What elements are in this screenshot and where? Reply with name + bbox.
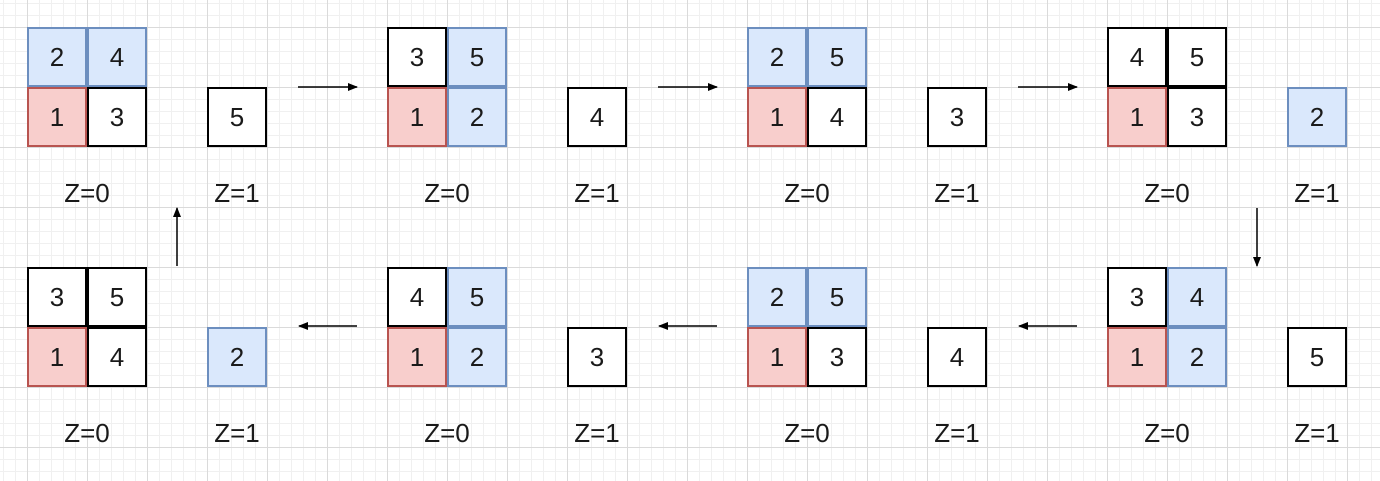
z0-label: Z=0 <box>424 418 470 448</box>
z0-cell-bottom-right: 2 <box>447 87 507 147</box>
z0-cell-bottom-left: 1 <box>387 87 447 147</box>
z1-cell: 4 <box>927 327 987 387</box>
z0-cell-bottom-right: 2 <box>447 327 507 387</box>
z0-cell-top-right: 5 <box>807 267 867 327</box>
z0-cell-top-left: 4 <box>387 267 447 327</box>
z0-cell-bottom-left: 1 <box>747 87 807 147</box>
z0-label: Z=0 <box>784 178 830 208</box>
z1-label: Z=1 <box>214 418 260 448</box>
z0-cell-bottom-right: 3 <box>1167 87 1227 147</box>
z0-cell-bottom-left: 1 <box>387 327 447 387</box>
z0-cell-top-left: 2 <box>747 27 807 87</box>
z0-cell-top-right: 4 <box>1167 267 1227 327</box>
z1-cell: 5 <box>207 87 267 147</box>
z0-cell-top-right: 5 <box>87 267 147 327</box>
z0-cell-top-right: 4 <box>87 27 147 87</box>
z0-cell-top-right: 5 <box>447 27 507 87</box>
z0-cell-bottom-left: 1 <box>747 327 807 387</box>
z1-cell: 5 <box>1287 327 1347 387</box>
z0-cell-top-left: 2 <box>27 27 87 87</box>
z0-cell-bottom-left: 1 <box>1107 327 1167 387</box>
z1-cell: 2 <box>1287 87 1347 147</box>
z1-label: Z=1 <box>574 418 620 448</box>
z0-cell-bottom-left: 1 <box>27 327 87 387</box>
z1-label: Z=1 <box>1294 178 1340 208</box>
z1-label: Z=1 <box>574 178 620 208</box>
state-transition-diagram: 2 4 1 3 5 Z=0 Z=1 3 5 1 2 4 Z=0 Z=1 2 5 … <box>0 0 1380 481</box>
z0-label: Z=0 <box>64 418 110 448</box>
z0-cell-top-left: 3 <box>387 27 447 87</box>
z0-cell-top-left: 4 <box>1107 27 1167 87</box>
z0-cell-bottom-right: 3 <box>807 327 867 387</box>
z0-label: Z=0 <box>1144 178 1190 208</box>
z0-cell-bottom-right: 4 <box>807 87 867 147</box>
z0-label: Z=0 <box>784 418 830 448</box>
z0-cell-top-left: 3 <box>27 267 87 327</box>
z0-cell-bottom-right: 4 <box>87 327 147 387</box>
z0-cell-bottom-left: 1 <box>27 87 87 147</box>
z0-label: Z=0 <box>1144 418 1190 448</box>
z1-cell: 3 <box>927 87 987 147</box>
z0-cell-top-right: 5 <box>807 27 867 87</box>
z0-cell-top-right: 5 <box>447 267 507 327</box>
z0-label: Z=0 <box>424 178 470 208</box>
z0-cell-bottom-right: 2 <box>1167 327 1227 387</box>
z1-label: Z=1 <box>214 178 260 208</box>
z0-cell-bottom-right: 3 <box>87 87 147 147</box>
z1-cell: 4 <box>567 87 627 147</box>
z0-cell-top-left: 2 <box>747 267 807 327</box>
z1-label: Z=1 <box>1294 418 1340 448</box>
z1-label: Z=1 <box>934 418 980 448</box>
z1-label: Z=1 <box>934 178 980 208</box>
z1-cell: 3 <box>567 327 627 387</box>
z1-cell: 2 <box>207 327 267 387</box>
z0-cell-bottom-left: 1 <box>1107 87 1167 147</box>
z0-cell-top-right: 5 <box>1167 27 1227 87</box>
z0-label: Z=0 <box>64 178 110 208</box>
z0-cell-top-left: 3 <box>1107 267 1167 327</box>
